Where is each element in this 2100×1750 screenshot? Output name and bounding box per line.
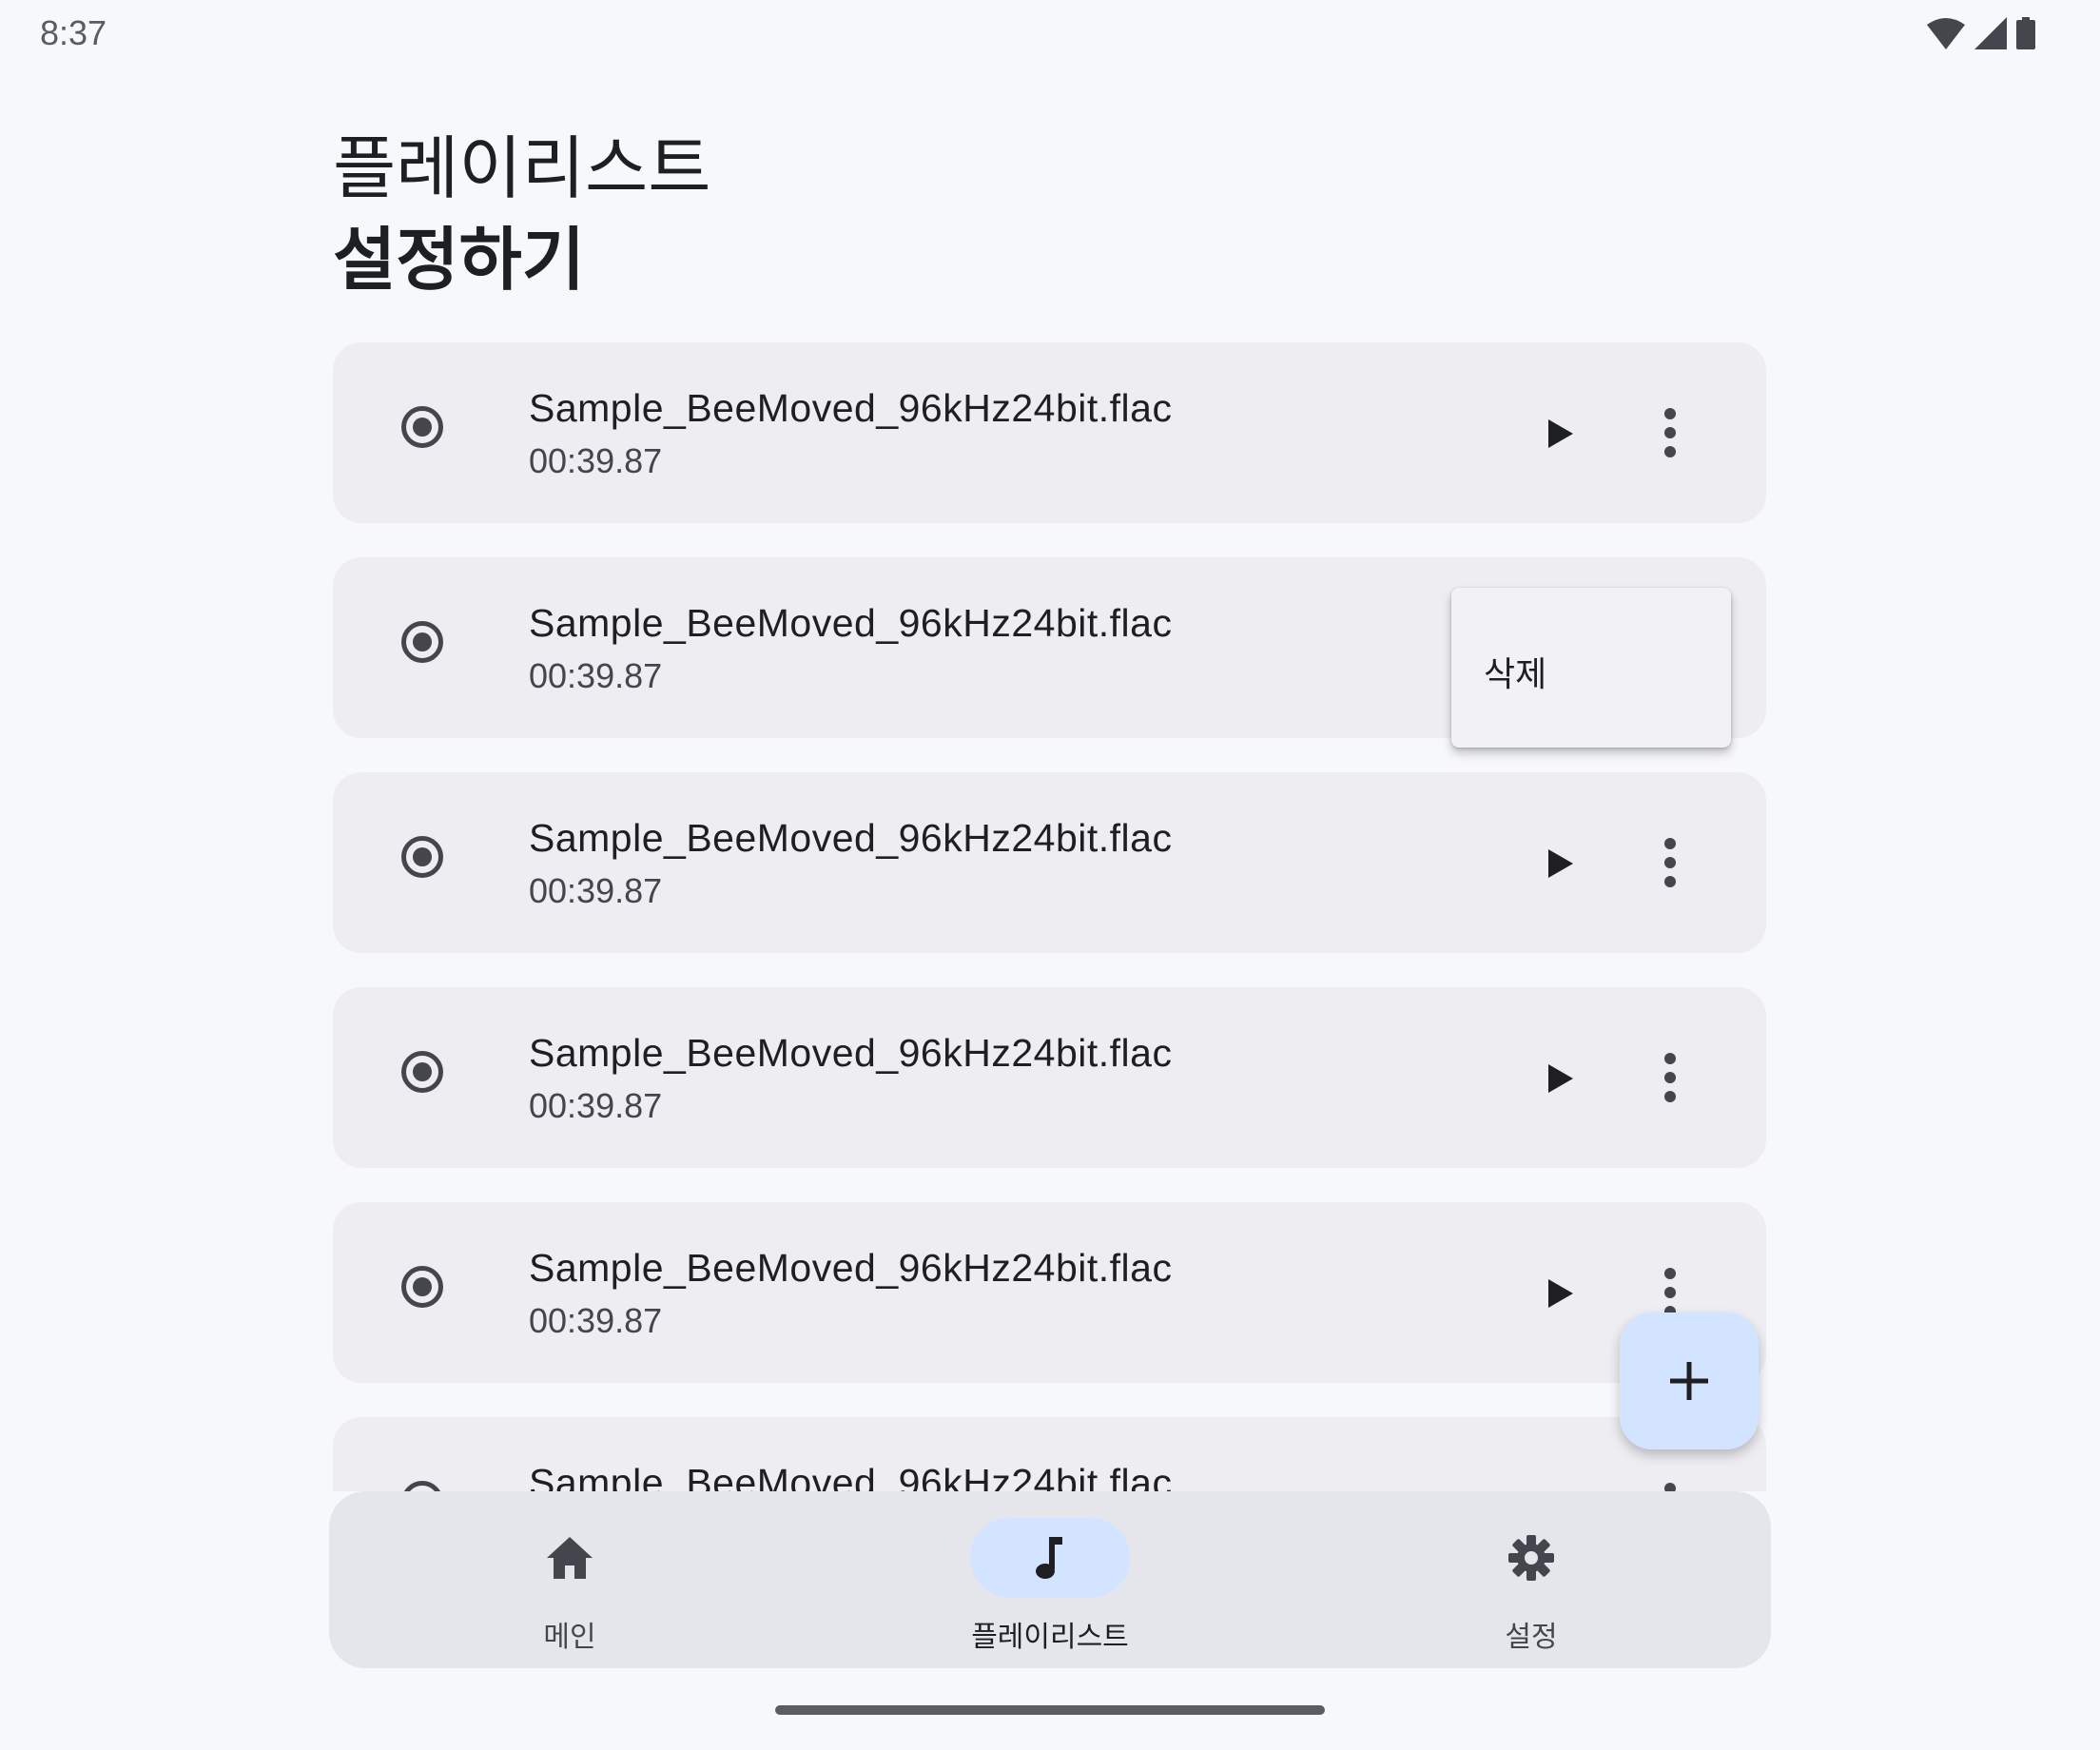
add-icon xyxy=(1670,1362,1708,1400)
status-icons xyxy=(1927,17,2035,49)
track-duration: 00:39.87 xyxy=(529,656,663,695)
status-time: 8:37 xyxy=(40,13,107,52)
track-title: Sample_BeeMoved_96kHz24bit.flac xyxy=(529,601,1173,645)
track-card[interactable]: Sample_BeeMoved_96kHz24bit.flac 00:39.87 xyxy=(333,987,1766,1168)
track-card[interactable]: Sample_BeeMoved_96kHz24bit.flac xyxy=(333,1417,1766,1491)
settings-icon xyxy=(1508,1535,1554,1581)
track-duration: 00:39.87 xyxy=(529,1086,663,1125)
page-subtitle: 설정하기 xyxy=(333,223,585,299)
nav-label: 설정 xyxy=(1505,1622,1558,1653)
track-title: Sample_BeeMoved_96kHz24bit.flac xyxy=(529,1461,1173,1491)
track-duration: 00:39.87 xyxy=(529,871,663,910)
track-card[interactable]: Sample_BeeMoved_96kHz24bit.flac 00:39.87 xyxy=(333,342,1766,523)
page-title: 플레이리스트 xyxy=(333,131,711,207)
nav-item-playlist[interactable]: 플레이리스트 xyxy=(936,1512,1164,1655)
radio-selected-icon[interactable] xyxy=(401,1481,443,1491)
radio-selected-icon[interactable] xyxy=(401,621,443,663)
more-vert-icon[interactable] xyxy=(1651,836,1689,889)
play-icon[interactable] xyxy=(1533,1055,1581,1102)
track-title: Sample_BeeMoved_96kHz24bit.flac xyxy=(529,386,1173,430)
more-vert-icon[interactable] xyxy=(1651,1266,1689,1319)
nav-item-main[interactable]: 메인 xyxy=(456,1512,684,1655)
battery-icon xyxy=(2016,17,2035,49)
signal-icon xyxy=(1974,17,2007,49)
track-card[interactable]: Sample_BeeMoved_96kHz24bit.flac 00:39.87 xyxy=(333,772,1766,953)
play-icon[interactable] xyxy=(1533,410,1581,457)
add-fab-button[interactable] xyxy=(1620,1312,1759,1449)
more-vert-icon[interactable] xyxy=(1651,406,1689,459)
track-title: Sample_BeeMoved_96kHz24bit.flac xyxy=(529,1031,1173,1075)
track-duration: 00:39.87 xyxy=(529,1301,663,1340)
more-vert-icon[interactable] xyxy=(1651,1051,1689,1104)
more-vert-icon[interactable] xyxy=(1651,1481,1689,1491)
music-note-icon xyxy=(1036,1537,1062,1579)
radio-selected-icon[interactable] xyxy=(401,406,443,448)
nav-item-settings[interactable]: 설정 xyxy=(1417,1512,1645,1655)
delete-menu-item[interactable]: 삭제 xyxy=(1484,647,1546,696)
track-card[interactable]: Sample_BeeMoved_96kHz24bit.flac 00:39.87 xyxy=(333,1202,1766,1383)
track-title: Sample_BeeMoved_96kHz24bit.flac xyxy=(529,1246,1173,1290)
track-title: Sample_BeeMoved_96kHz24bit.flac xyxy=(529,816,1173,860)
radio-selected-icon[interactable] xyxy=(401,1266,443,1308)
bottom-navigation: 메인 플레이리스트 설정 xyxy=(329,1491,1771,1668)
nav-label: 플레이리스트 xyxy=(971,1622,1129,1653)
track-list: Sample_BeeMoved_96kHz24bit.flac 00:39.87… xyxy=(333,342,1766,1491)
home-icon xyxy=(547,1537,593,1579)
nav-label: 메인 xyxy=(543,1622,596,1653)
play-icon[interactable] xyxy=(1533,1485,1581,1491)
wifi-icon xyxy=(1927,18,1965,49)
track-duration: 00:39.87 xyxy=(529,441,663,480)
radio-selected-icon[interactable] xyxy=(401,1051,443,1093)
play-icon[interactable] xyxy=(1533,1270,1581,1317)
play-icon[interactable] xyxy=(1533,840,1581,887)
gesture-home-bar[interactable] xyxy=(775,1705,1325,1715)
radio-selected-icon[interactable] xyxy=(401,836,443,878)
context-menu: 삭제 xyxy=(1451,588,1731,748)
